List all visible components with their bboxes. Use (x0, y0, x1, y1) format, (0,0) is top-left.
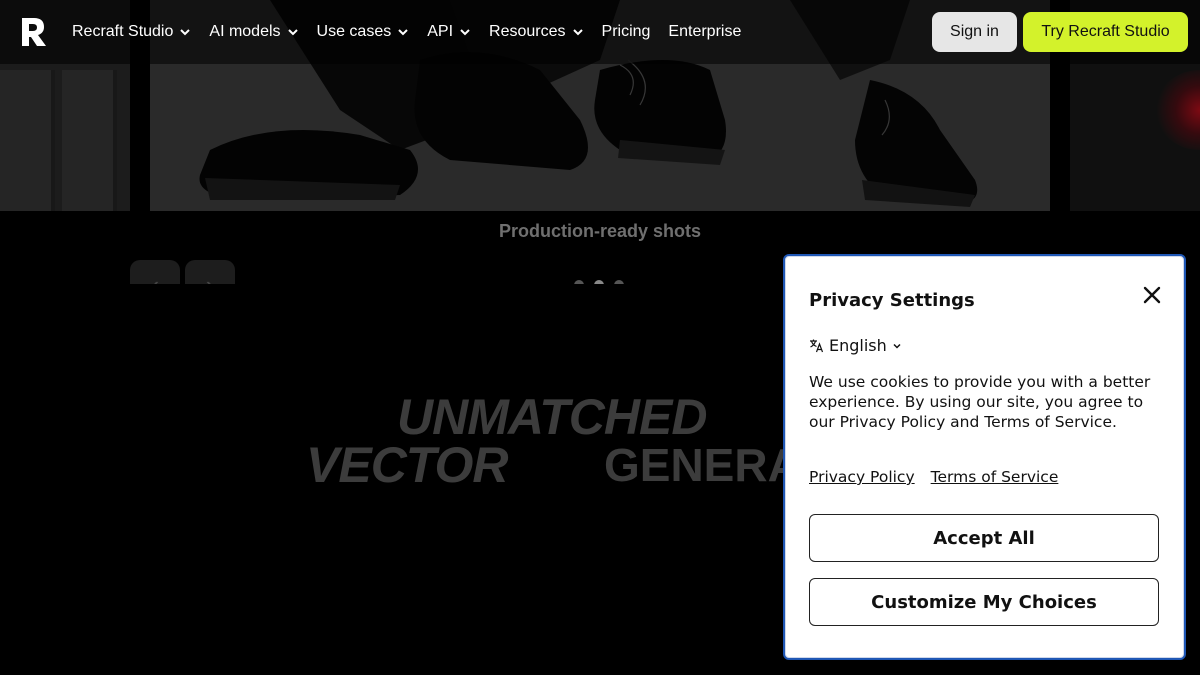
sign-in-button[interactable]: Sign in (932, 12, 1017, 52)
nav-label: API (427, 23, 454, 40)
nav-label: AI models (209, 23, 281, 40)
chevron-down-icon (460, 29, 470, 36)
accept-all-button[interactable]: Accept All (809, 514, 1159, 562)
chevron-down-icon (893, 343, 901, 349)
headline-line-2-italic: VECTOR (306, 437, 508, 493)
nav-recraft-studio[interactable]: Recraft Studio (72, 23, 191, 41)
chevron-down-icon (180, 29, 191, 36)
nav-ai-models[interactable]: AI models (209, 23, 298, 41)
privacy-settings-dialog: Privacy Settings English We use cookies … (783, 254, 1186, 660)
nav-use-cases[interactable]: Use cases (317, 23, 410, 41)
nav-pricing[interactable]: Pricing (602, 23, 651, 41)
nav-api[interactable]: API (427, 23, 471, 41)
close-icon[interactable] (1141, 284, 1163, 306)
nav-enterprise[interactable]: Enterprise (668, 23, 741, 41)
customize-choices-button[interactable]: Customize My Choices (809, 578, 1159, 626)
site-header: Recraft Studio AI models Use cases API R… (0, 0, 1200, 64)
language-selector[interactable]: English (809, 336, 902, 355)
nav-resources[interactable]: Resources (489, 23, 583, 41)
privacy-policy-link[interactable]: Privacy Policy (809, 468, 915, 486)
nav-label: Use cases (316, 23, 392, 40)
recraft-logo-icon[interactable] (20, 18, 46, 46)
chevron-down-icon (398, 29, 408, 36)
headline-line-2-plain: GENERA (604, 439, 801, 491)
carousel-caption: Production-ready shots (498, 221, 702, 241)
terms-of-service-link[interactable]: Terms of Service (931, 468, 1059, 486)
chevron-down-icon (287, 29, 298, 36)
privacy-dialog-title: Privacy Settings (809, 290, 975, 311)
language-label: English (829, 336, 887, 355)
chevron-down-icon (572, 29, 583, 36)
main-nav: Recraft Studio AI models Use cases API R… (72, 0, 741, 64)
nav-label: Resources (489, 23, 566, 40)
nav-label: Enterprise (668, 23, 742, 40)
privacy-links: Privacy Policy Terms of Service (809, 468, 1058, 486)
translate-icon (810, 339, 824, 353)
nav-label: Pricing (601, 23, 651, 40)
privacy-dialog-body: We use cookies to provide you with a bet… (809, 373, 1151, 431)
try-recraft-studio-button[interactable]: Try Recraft Studio (1023, 12, 1188, 52)
nav-label: Recraft Studio (72, 23, 174, 40)
